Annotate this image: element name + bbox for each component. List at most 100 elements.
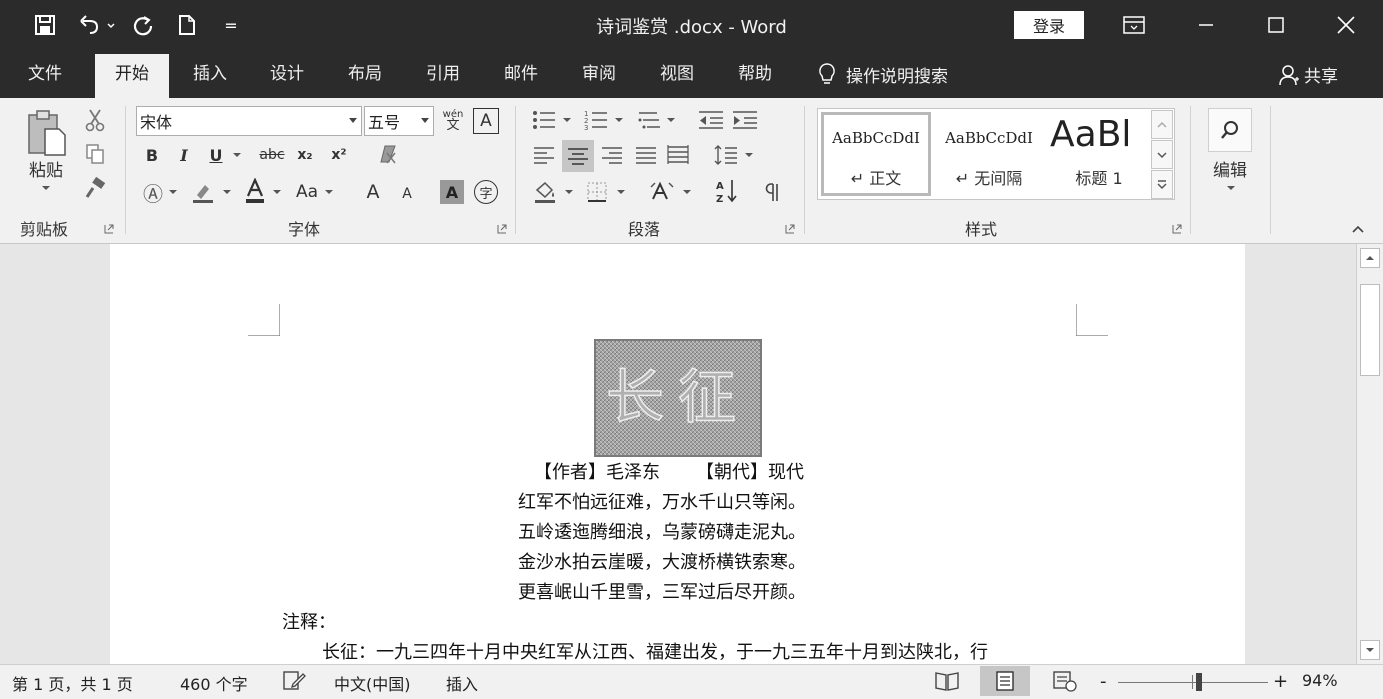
tab-file[interactable]: 文件 — [14, 50, 76, 98]
chinese-layout-dropdown-icon[interactable] — [680, 178, 694, 206]
tell-me-search[interactable]: 操作说明搜索 — [818, 62, 948, 87]
tab-help[interactable]: 帮助 — [725, 50, 785, 98]
scroll-thumb[interactable] — [1360, 284, 1380, 376]
editing-dropdown-icon[interactable] — [1224, 182, 1238, 194]
align-right-icon[interactable] — [598, 140, 626, 170]
insert-mode[interactable]: 插入 — [446, 671, 478, 695]
align-left-icon[interactable] — [530, 140, 558, 170]
tab-insert[interactable]: 插入 — [180, 50, 240, 98]
find-icon[interactable] — [1208, 108, 1252, 152]
close-icon[interactable] — [1326, 10, 1366, 40]
collapse-ribbon-icon[interactable] — [1348, 220, 1368, 238]
proofing-icon[interactable] — [282, 670, 306, 692]
new-document-icon[interactable] — [174, 13, 200, 37]
show-formatting-marks-icon[interactable] — [760, 178, 788, 206]
title-wordart-image[interactable]: 长征 — [594, 339, 762, 457]
distributed-icon[interactable] — [664, 140, 692, 170]
tab-layout[interactable]: 布局 — [335, 50, 395, 98]
grow-font-button[interactable]: A — [360, 178, 386, 206]
style-normal[interactable]: AaBbCcDdI ↵ 正文 — [821, 112, 931, 196]
scroll-up-icon[interactable] — [1360, 248, 1380, 268]
styles-scroll-down-icon[interactable] — [1151, 140, 1173, 169]
italic-button[interactable]: I — [172, 142, 196, 168]
underline-button[interactable]: U — [204, 142, 228, 168]
font-size-combo[interactable]: 五号 — [364, 106, 434, 136]
subscript-button[interactable]: x₂ — [292, 142, 318, 168]
document-page[interactable]: 长征 【作者】毛泽东 【朝代】现代 红军不怕远征难，万水千山只等闲。 五岭逶迤腾细… — [110, 244, 1245, 664]
style-heading-1[interactable]: AaBl 标题 1 — [1044, 112, 1154, 196]
font-color-icon[interactable] — [242, 176, 268, 206]
editing-button[interactable]: 编辑 — [1208, 156, 1252, 181]
line-spacing-icon[interactable] — [712, 140, 740, 170]
font-size-dropdown-icon[interactable] — [421, 118, 429, 123]
format-painter-icon[interactable] — [80, 174, 110, 202]
zoom-out-button[interactable]: - — [1100, 671, 1107, 692]
numbering-icon[interactable]: 123 — [582, 106, 610, 134]
tab-references[interactable]: 引用 — [413, 50, 473, 98]
bold-button[interactable]: B — [140, 142, 164, 168]
zoom-in-button[interactable]: + — [1273, 671, 1288, 692]
strikethrough-button[interactable]: abc — [255, 142, 289, 168]
underline-dropdown-icon[interactable] — [230, 142, 244, 168]
sign-in-button[interactable]: 登录 — [1014, 11, 1084, 39]
multilevel-list-icon[interactable] — [634, 106, 664, 134]
text-effects-dropdown-icon[interactable] — [166, 178, 180, 206]
styles-scroll-up-icon[interactable] — [1151, 110, 1173, 139]
page-count[interactable]: 第 1 页，共 1 页 — [12, 671, 133, 695]
font-name-dropdown-icon[interactable] — [349, 118, 357, 123]
undo-icon[interactable] — [76, 13, 102, 37]
zoom-slider[interactable] — [1118, 682, 1268, 683]
web-layout-icon[interactable] — [1052, 670, 1078, 692]
phonetic-guide-button[interactable]: wén 文 — [440, 104, 466, 136]
tab-view[interactable]: 视图 — [647, 50, 707, 98]
borders-icon[interactable] — [582, 178, 612, 206]
tab-design[interactable]: 设计 — [257, 50, 317, 98]
copy-icon[interactable] — [80, 140, 110, 168]
highlight-dropdown-icon[interactable] — [220, 178, 234, 206]
multilevel-dropdown-icon[interactable] — [664, 106, 678, 134]
chinese-layout-icon[interactable] — [646, 178, 678, 206]
redo-icon[interactable] — [130, 13, 156, 37]
tab-review[interactable]: 审阅 — [569, 50, 629, 98]
text-effects-icon[interactable]: Ⓐ — [140, 178, 166, 206]
highlight-color-icon[interactable] — [188, 178, 218, 206]
tab-mailings[interactable]: 邮件 — [491, 50, 551, 98]
shading-dropdown-icon[interactable] — [562, 178, 576, 206]
font-launcher-icon[interactable] — [497, 224, 507, 234]
paste-label[interactable]: 粘贴 — [24, 156, 68, 181]
word-count[interactable]: 460 个字 — [180, 671, 248, 695]
character-shading-icon[interactable]: A — [440, 180, 464, 204]
tab-home[interactable]: 开始 — [95, 54, 169, 98]
font-name-combo[interactable]: 宋体 — [136, 106, 362, 136]
shading-icon[interactable] — [530, 178, 560, 206]
paste-icon[interactable] — [22, 108, 70, 160]
style-no-spacing[interactable]: AaBbCcDdI ↵ 无间隔 — [934, 112, 1044, 196]
zoom-slider-thumb[interactable] — [1196, 673, 1202, 691]
bullets-icon[interactable] — [530, 106, 558, 134]
styles-launcher-icon[interactable] — [1172, 224, 1182, 234]
shrink-font-button[interactable]: A — [396, 182, 418, 206]
styles-more-icon[interactable] — [1151, 170, 1173, 199]
cut-icon[interactable] — [80, 106, 110, 134]
minimize-icon[interactable] — [1186, 10, 1226, 40]
align-center-icon[interactable] — [562, 140, 594, 172]
numbering-dropdown-icon[interactable] — [612, 106, 626, 134]
customize-quick-access-icon[interactable]: = — [222, 13, 240, 37]
character-border-button[interactable]: A — [473, 108, 499, 134]
scroll-down-icon[interactable] — [1360, 640, 1380, 660]
sort-icon[interactable]: AZ — [712, 176, 742, 206]
enclose-characters-button[interactable]: 字 — [472, 178, 500, 206]
change-case-button[interactable]: Aa — [292, 178, 322, 206]
maximize-icon[interactable] — [1256, 10, 1296, 40]
share-button[interactable]: 共享 — [1278, 62, 1338, 87]
increase-indent-icon[interactable] — [730, 106, 760, 134]
language-status[interactable]: 中文(中国) — [334, 671, 411, 695]
bullets-dropdown-icon[interactable] — [560, 106, 574, 134]
decrease-indent-icon[interactable] — [696, 106, 726, 134]
line-spacing-dropdown-icon[interactable] — [742, 140, 756, 170]
print-layout-icon[interactable] — [980, 666, 1030, 696]
clear-formatting-icon[interactable] — [372, 142, 402, 168]
save-icon[interactable] — [32, 13, 58, 37]
change-case-dropdown-icon[interactable] — [322, 178, 336, 206]
ribbon-display-options-icon[interactable] — [1114, 10, 1154, 40]
